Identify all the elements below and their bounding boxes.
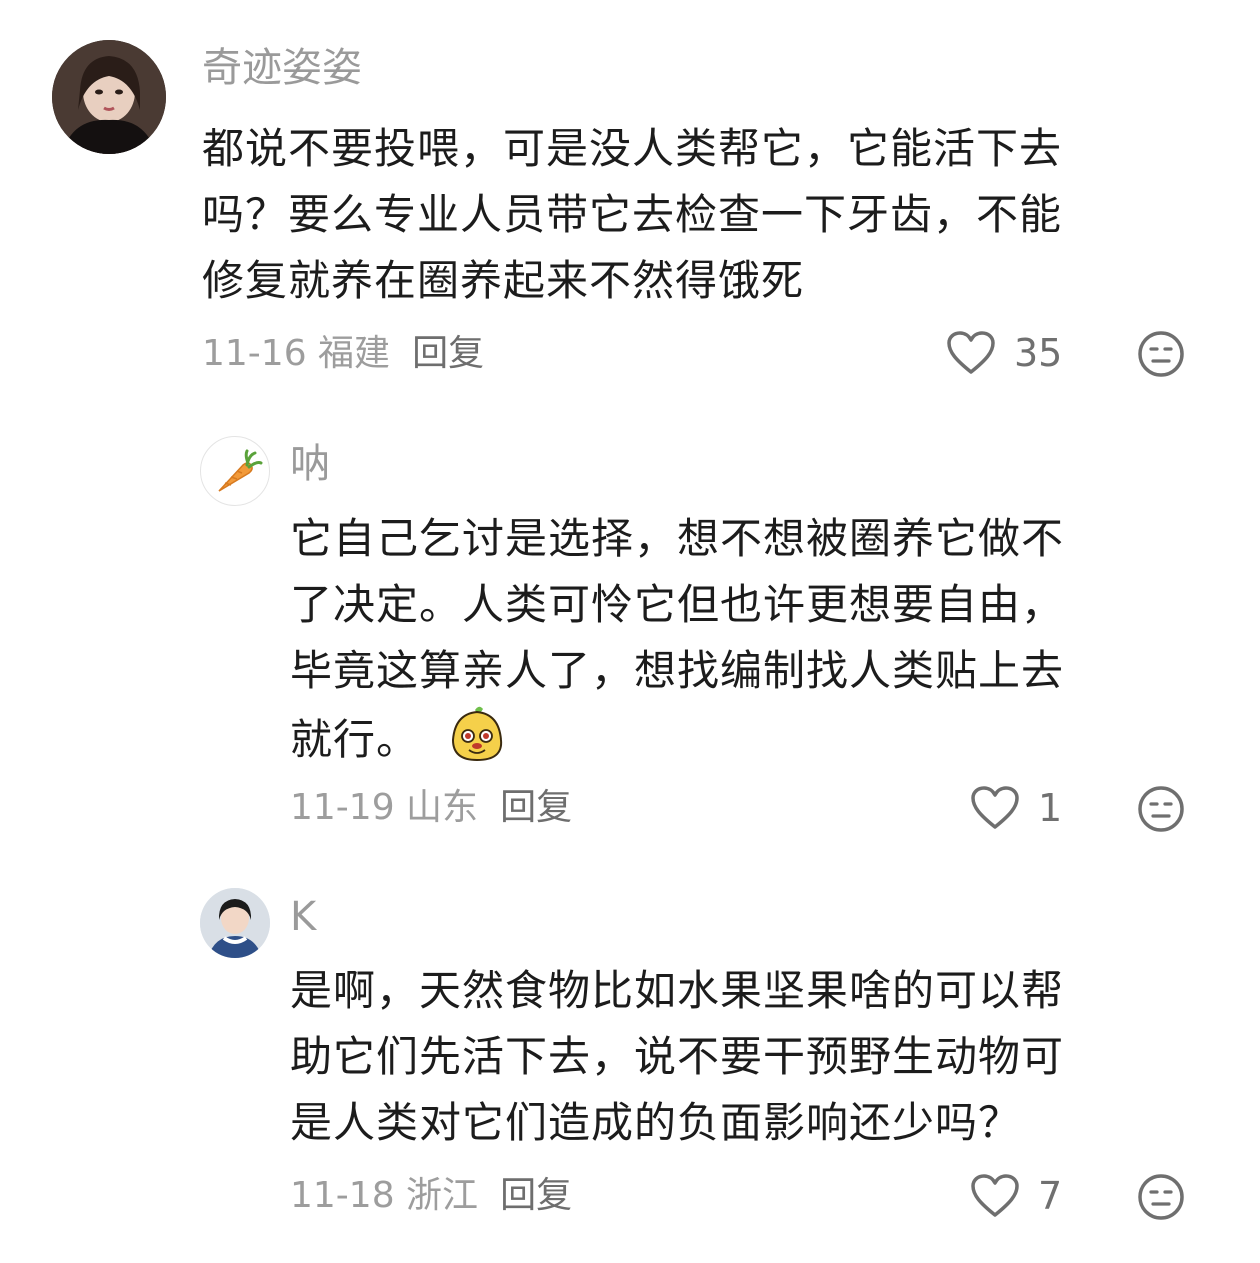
neutral-face-icon <box>1138 1174 1184 1220</box>
dislike-button[interactable] <box>1137 785 1185 837</box>
reply-button[interactable]: 回复 <box>500 1175 572 1216</box>
heart-outline-icon <box>971 786 1019 829</box>
date-location: 11-18 浙江 <box>290 1175 479 1216</box>
like-button[interactable]: 7 <box>970 1173 1062 1219</box>
comment-text-line: 就行。 <box>290 704 1064 773</box>
username[interactable]: 呐 <box>290 440 330 488</box>
avatar[interactable] <box>52 40 166 154</box>
comment-text-line: 它自己乞讨是选择，想不想被圈养它做不 <box>290 514 1065 563</box>
dislike-button[interactable] <box>1137 330 1185 382</box>
comment-text-line: 毕竟这算亲人了，想找编制找人类贴上去 <box>290 646 1065 695</box>
comment-text: 是啊，天然食物比如水果坚果啥的可以帮 助它们先活下去，说不要干预野生动物可 是人… <box>290 958 1064 1156</box>
avatar-portrait-icon <box>52 40 166 154</box>
comment-text-line: 修复就养在圈养起来不然得饿死 <box>202 256 805 305</box>
yellow-blob-sticker-icon <box>452 706 503 762</box>
neutral-face-icon <box>1138 331 1184 377</box>
date-location: 11-16 福建 <box>202 333 391 374</box>
avatar[interactable] <box>200 888 270 958</box>
like-count: 35 <box>1014 331 1063 375</box>
like-count: 1 <box>1038 786 1063 830</box>
comment-text-segment: 就行。 <box>290 715 420 764</box>
heart-outline-icon <box>947 331 995 374</box>
avatar-portrait-icon <box>200 888 270 958</box>
date-location: 11-19 山东 <box>290 787 479 828</box>
comment-text-line: 是人类对它们造成的负面影响还少吗？ <box>290 1098 1022 1147</box>
comment-meta: 11-19 山东 回复 <box>290 786 572 830</box>
comment-text-line: 吗？要么专业人员带它去检查一下牙齿，不能 <box>202 190 1063 239</box>
comment-text-line: 都说不要投喂，可是没人类帮它，它能活下去 <box>202 124 1063 173</box>
comment-meta: 11-16 福建 回复 <box>202 332 484 376</box>
neutral-face-icon <box>1138 786 1184 832</box>
comment-meta: 11-18 浙江 回复 <box>290 1174 572 1218</box>
like-count: 7 <box>1038 1174 1063 1218</box>
comment-text: 它自己乞讨是选择，想不想被圈养它做不 了决定。人类可怜它但也许更想要自由， 毕竟… <box>290 506 1064 773</box>
comment-text-line: 助它们先活下去，说不要干预野生动物可 <box>290 1032 1065 1081</box>
username[interactable]: K <box>290 893 316 941</box>
heart-outline-icon <box>971 1174 1019 1217</box>
like-button[interactable]: 35 <box>946 330 1062 376</box>
reply-button[interactable]: 回复 <box>412 333 484 374</box>
dislike-button[interactable] <box>1137 1173 1185 1225</box>
avatar[interactable] <box>200 436 270 506</box>
username[interactable]: 奇迹姿姿 <box>202 44 362 92</box>
comment-text: 都说不要投喂，可是没人类帮它，它能活下去 吗？要么专业人员带它去检查一下牙齿，不… <box>202 116 1062 314</box>
carrot-icon <box>218 449 263 492</box>
comment-text-line: 是啊，天然食物比如水果坚果啥的可以帮 <box>290 966 1065 1015</box>
reply-button[interactable]: 回复 <box>500 787 572 828</box>
like-button[interactable]: 1 <box>970 785 1062 831</box>
comment-text-line: 了决定。人类可怜它但也许更想要自由， <box>290 580 1065 629</box>
